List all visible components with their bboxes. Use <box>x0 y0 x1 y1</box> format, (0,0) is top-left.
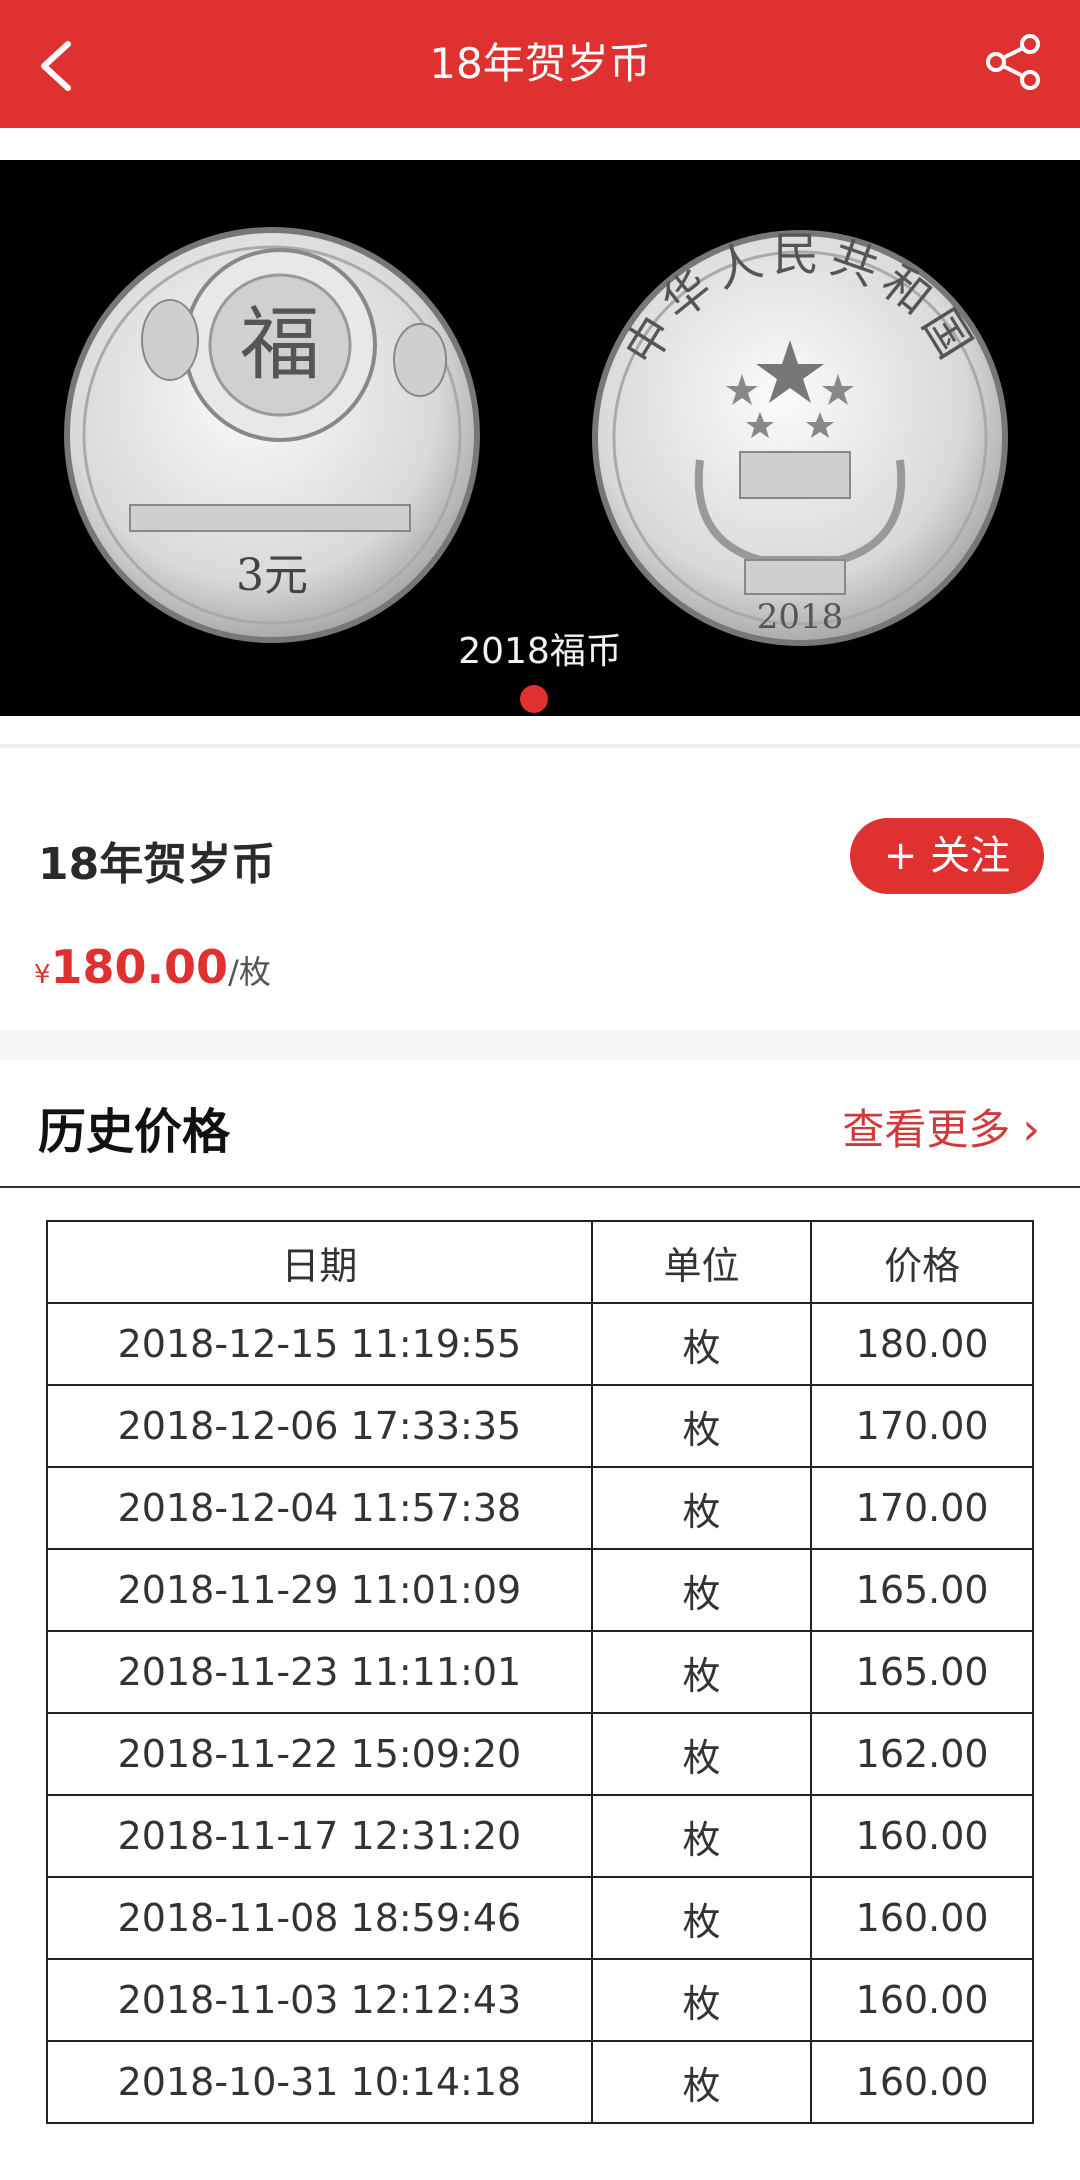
table-row: 2018-12-04 11:57:38 枚 170.00 <box>46 1466 1034 1550</box>
view-more-link[interactable]: 查看更多 › <box>842 1096 1040 1157</box>
cell-date: 2018-11-17 12:31:20 <box>46 1794 593 1878</box>
product-name: 18年贺岁币 <box>38 839 276 890</box>
coin-denomination: 3元 <box>236 550 308 601</box>
cell-unit: 枚 <box>590 1794 813 1878</box>
follow-button[interactable]: + 关注 <box>850 818 1044 894</box>
product-image-carousel[interactable]: 福 3元 中华人民共和国 2018 2018福币 <box>0 160 1080 716</box>
column-header-date: 日期 <box>46 1220 593 1304</box>
cell-date: 2018-11-29 11:01:09 <box>46 1548 593 1632</box>
cell-unit: 枚 <box>590 1712 813 1796</box>
cell-price: 160.00 <box>810 1958 1034 2042</box>
cell-price: 165.00 <box>810 1548 1034 1632</box>
banner-caption: 2018福币 <box>458 631 622 672</box>
share-icon <box>986 34 1040 90</box>
cell-date: 2018-11-03 12:12:43 <box>46 1958 593 2042</box>
fu-character: 福 <box>240 298 320 391</box>
cell-date: 2018-12-06 17:33:35 <box>46 1384 593 1468</box>
view-more-label: 查看更多 <box>842 1105 1011 1154</box>
currency-symbol: ¥ <box>34 960 51 990</box>
divider <box>0 744 1080 748</box>
table-row: 2018-11-22 15:09:20 枚 162.00 <box>46 1712 1034 1796</box>
cell-price: 180.00 <box>810 1302 1034 1386</box>
column-header-unit: 单位 <box>590 1220 813 1304</box>
table-row: 2018-12-15 11:19:55 枚 180.00 <box>46 1302 1034 1386</box>
table-row: 2018-10-31 10:14:18 枚 160.00 <box>46 2040 1034 2124</box>
cell-unit: 枚 <box>590 2040 813 2124</box>
price-history-table: 日期 单位 价格 2018-12-15 11:19:55 枚 180.00 2018-… <box>46 1220 1034 2124</box>
table-row: 2018-11-08 18:59:46 枚 160.00 <box>46 1876 1034 1960</box>
chevron-right-icon: › <box>1022 1104 1040 1155</box>
cell-unit: 枚 <box>590 1876 813 1960</box>
price-display: ¥180.00/枚 <box>34 940 271 994</box>
cell-unit: 枚 <box>590 1548 813 1632</box>
top-bar: 18年贺岁币 <box>0 0 1080 128</box>
table-header-row: 日期 单位 价格 <box>46 1220 1034 1304</box>
coin-back: 中华人民共和国 2018 <box>592 227 1008 646</box>
cell-price: 170.00 <box>810 1466 1034 1550</box>
cell-date: 2018-12-15 11:19:55 <box>46 1302 593 1386</box>
history-divider <box>0 1186 1080 1188</box>
cell-unit: 枚 <box>590 1958 813 2042</box>
column-header-price: 价格 <box>810 1220 1034 1304</box>
app-root: 18年贺岁币 福 3元 中华人民共和国 2018 2018福币 18年贺岁币 +… <box>0 0 1080 2180</box>
cell-price: 160.00 <box>810 2040 1034 2124</box>
cell-date: 2018-10-31 10:14:18 <box>46 2040 593 2124</box>
cell-price: 160.00 <box>810 1876 1034 1960</box>
section-gap <box>0 1030 1080 1060</box>
table-body: 2018-12-15 11:19:55 枚 180.00 2018-12-06 17:… <box>46 1302 1034 2124</box>
carousel-indicator-dot[interactable] <box>520 685 548 713</box>
cell-price: 165.00 <box>810 1630 1034 1714</box>
page-title: 18年贺岁币 <box>429 39 651 88</box>
cell-unit: 枚 <box>590 1630 813 1714</box>
history-title: 历史价格 <box>38 1104 231 1160</box>
cell-unit: 枚 <box>590 1466 813 1550</box>
price-unit: /枚 <box>228 953 271 991</box>
table-row: 2018-11-17 12:31:20 枚 160.00 <box>46 1794 1034 1878</box>
cell-unit: 枚 <box>590 1302 813 1386</box>
table-row: 2018-11-03 12:12:43 枚 160.00 <box>46 1958 1034 2042</box>
cell-price: 170.00 <box>810 1384 1034 1468</box>
table-row: 2018-11-29 11:01:09 枚 165.00 <box>46 1548 1034 1632</box>
cell-unit: 枚 <box>590 1384 813 1468</box>
cell-date: 2018-11-08 18:59:46 <box>46 1876 593 1960</box>
cell-price: 160.00 <box>810 1794 1034 1878</box>
coin-front: 福 3元 <box>64 227 480 643</box>
cell-date: 2018-11-22 15:09:20 <box>46 1712 593 1796</box>
table-row: 2018-11-23 11:11:01 枚 165.00 <box>46 1630 1034 1714</box>
cell-price: 162.00 <box>810 1712 1034 1796</box>
price-amount: 180.00 <box>50 940 229 994</box>
cell-date: 2018-11-23 11:11:01 <box>46 1630 593 1714</box>
share-button[interactable] <box>982 30 1046 94</box>
cell-date: 2018-12-04 11:57:38 <box>46 1466 593 1550</box>
table-row: 2018-12-06 17:33:35 枚 170.00 <box>46 1384 1034 1468</box>
